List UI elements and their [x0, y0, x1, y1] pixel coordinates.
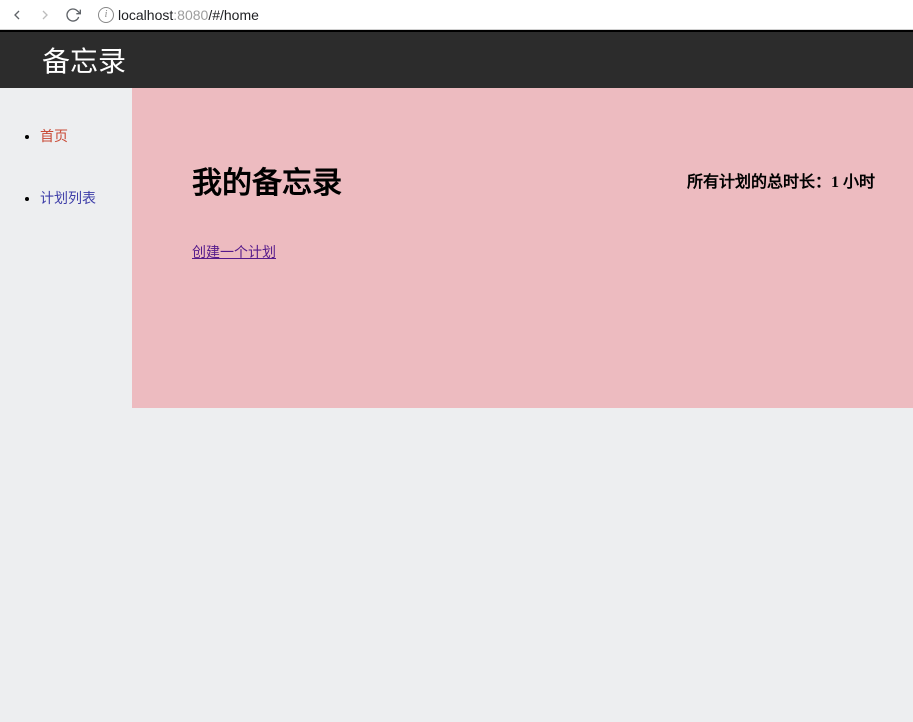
sidebar-item-plans[interactable]: 计划列表	[40, 188, 132, 208]
address-bar[interactable]: i localhost:8080/#/home	[92, 7, 905, 23]
page-heading: 我的备忘录	[192, 158, 342, 202]
browser-toolbar: i localhost:8080/#/home	[0, 0, 913, 30]
panel-header: 我的备忘录 所有计划的总时长：1 小时	[192, 158, 883, 202]
sidebar: 首页 计划列表	[0, 88, 132, 722]
content-area: 首页 计划列表 我的备忘录 所有计划的总时长：1 小时 创建一个计划	[0, 88, 913, 722]
url-host: localhost	[118, 7, 173, 23]
main-panel: 我的备忘录 所有计划的总时长：1 小时 创建一个计划	[132, 88, 913, 408]
sidebar-item-home[interactable]: 首页	[40, 126, 132, 146]
create-plan-link[interactable]: 创建一个计划	[192, 246, 276, 261]
app-header: 备忘录	[0, 30, 913, 88]
sidebar-link-plans[interactable]: 计划列表	[40, 190, 96, 206]
url-port: :8080	[173, 7, 208, 23]
sidebar-link-home[interactable]: 首页	[40, 128, 68, 144]
url-path: /#/home	[208, 7, 259, 23]
reload-button[interactable]	[64, 6, 82, 24]
total-duration-label: 所有计划的总时长：1 小时	[687, 168, 883, 192]
site-info-icon[interactable]: i	[98, 7, 114, 23]
forward-button[interactable]	[36, 6, 54, 24]
app-title: 备忘录	[42, 40, 126, 80]
back-button[interactable]	[8, 6, 26, 24]
